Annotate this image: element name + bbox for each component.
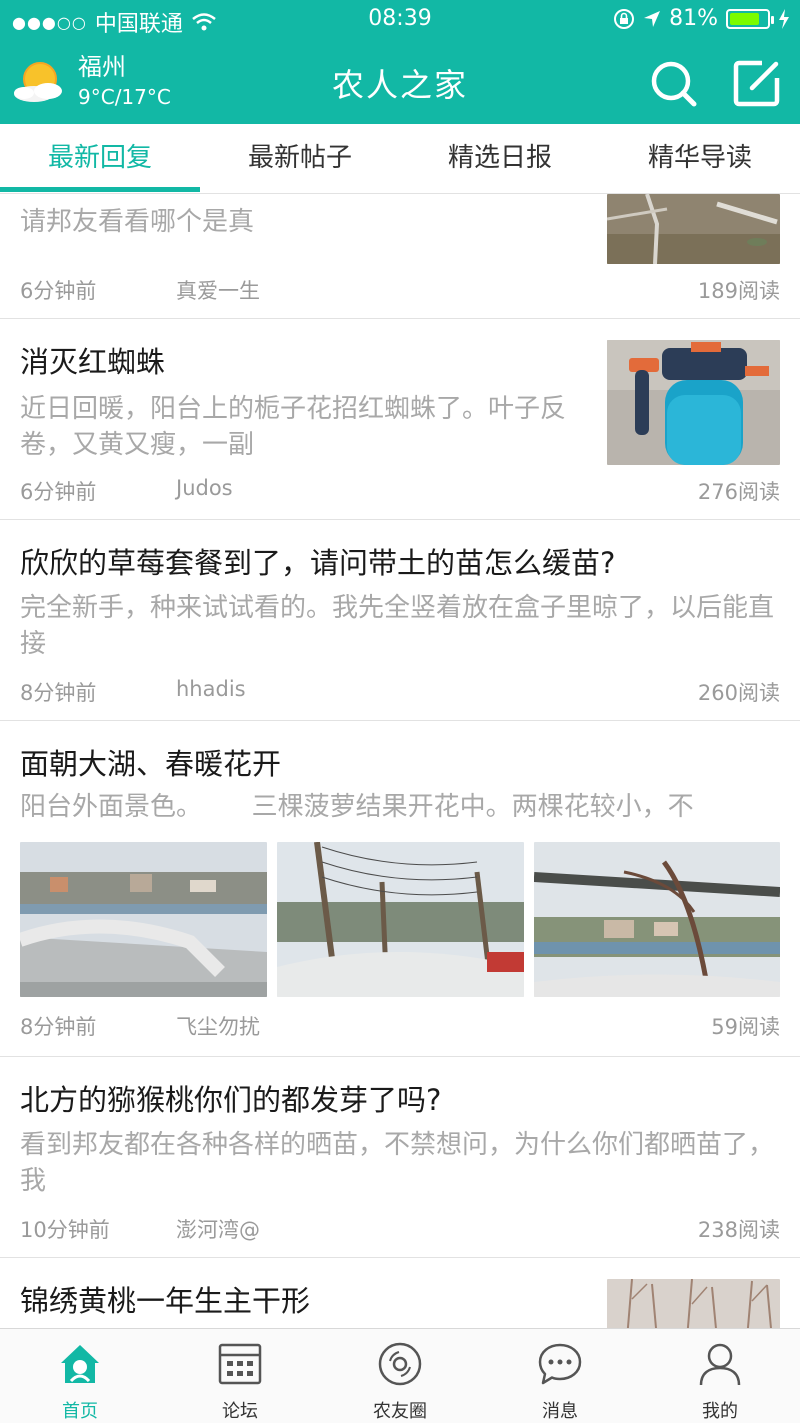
list-item[interactable]: 北方的猕猴桃你们的都发芽了吗? 看到邦友都在各种各样的晒苗，不禁想问，为什么你们… xyxy=(0,1057,800,1258)
post-read-count: 260阅读 xyxy=(697,681,780,705)
tab-latest-replies[interactable]: 最新回复 xyxy=(0,124,200,194)
post-excerpt: 完全新手，种来试试看的。我先全竖着放在盒子里晾了，以后能直接 xyxy=(20,593,775,659)
list-item[interactable]: 锦绣黄桃一年生主干形 xyxy=(0,1258,800,1328)
chat-icon xyxy=(538,1343,582,1385)
tab-latest-posts[interactable]: 最新帖子 xyxy=(200,124,400,194)
home-icon xyxy=(61,1345,99,1383)
post-feed[interactable]: 请邦友看看哪个是真 6分钟前 真爱一生 189阅读 消灭红蜘蛛 近日回暖，阳台上… xyxy=(0,194,800,1328)
post-read-count: 189阅读 xyxy=(697,279,780,303)
post-read-count: 238阅读 xyxy=(697,1218,780,1242)
post-title: 北方的猕猴桃你们的都发芽了吗? xyxy=(20,1083,442,1117)
tabbar-home[interactable]: 首页 xyxy=(0,1329,160,1423)
post-excerpt: 近日回暖，阳台上的栀子花招红蜘蛛了。叶子反卷，又黄又瘦，一副 xyxy=(20,394,567,460)
bottom-tab-bar: 首页 论坛 农友圈 消息 我的 xyxy=(0,1328,800,1423)
post-excerpt: 请邦友看看哪个是真 xyxy=(20,207,255,237)
tab-daily-picks[interactable]: 精选日报 xyxy=(400,124,600,194)
tabbar-messages-label: 消息 xyxy=(542,1401,578,1422)
tab-bar: 最新回复 最新帖子 精选日报 精华导读 xyxy=(0,124,800,194)
post-thumbnail[interactable] xyxy=(607,194,780,264)
post-author[interactable]: hhadis xyxy=(176,677,246,701)
location-icon xyxy=(644,10,661,27)
tabbar-home-label: 首页 xyxy=(62,1401,98,1422)
post-time: 10分钟前 xyxy=(20,1218,110,1242)
post-time: 6分钟前 xyxy=(20,480,97,504)
tabbar-profile-label: 我的 xyxy=(702,1401,738,1422)
tab-featured-reads[interactable]: 精华导读 xyxy=(600,124,800,194)
post-excerpt: 阳台外面景色。 三棵菠萝结果开花中。两棵花较小，不 xyxy=(20,792,694,822)
calendar-icon xyxy=(218,1343,262,1385)
post-time: 6分钟前 xyxy=(20,279,97,303)
post-author[interactable]: 飞尘勿扰 xyxy=(176,1011,260,1041)
list-item[interactable]: 请邦友看看哪个是真 6分钟前 真爱一生 189阅读 xyxy=(0,194,800,319)
post-time: 8分钟前 xyxy=(20,681,97,705)
post-title: 欣欣的草莓套餐到了，请问带土的苗怎么缓苗? xyxy=(20,546,616,580)
post-thumbnail[interactable] xyxy=(607,1279,780,1328)
post-title: 消灭红蜘蛛 xyxy=(20,345,166,379)
post-title: 锦绣黄桃一年生主干形 xyxy=(20,1284,311,1318)
list-item[interactable]: 面朝大湖、春暖花开 阳台外面景色。 三棵菠萝结果开花中。两棵花较小，不 8分钟前… xyxy=(0,721,800,1057)
post-excerpt: 看到邦友都在各种各样的晒苗，不禁想问，为什么你们都晒苗了，我 xyxy=(20,1130,775,1196)
compose-icon[interactable] xyxy=(732,58,782,108)
charging-icon xyxy=(779,8,789,29)
tab-indicator xyxy=(0,187,200,192)
tabbar-profile[interactable]: 我的 xyxy=(640,1329,800,1423)
post-title: 面朝大湖、春暖花开 xyxy=(20,747,282,781)
post-gallery-image[interactable] xyxy=(20,842,267,997)
rotation-lock-icon xyxy=(614,8,635,29)
post-gallery-image[interactable] xyxy=(277,842,524,997)
battery-icon xyxy=(726,8,774,29)
post-author[interactable]: 澎河湾@ xyxy=(176,1214,260,1244)
post-read-count: 276阅读 xyxy=(697,480,780,504)
post-author[interactable]: Judos xyxy=(176,476,233,500)
tabbar-circle[interactable]: 农友圈 xyxy=(320,1329,480,1423)
disc-icon xyxy=(378,1342,422,1386)
tabbar-messages[interactable]: 消息 xyxy=(480,1329,640,1423)
post-thumbnail[interactable] xyxy=(607,340,780,465)
tabbar-forum[interactable]: 论坛 xyxy=(160,1329,320,1423)
tabbar-circle-label: 农友圈 xyxy=(373,1401,427,1422)
battery-percent: 81% xyxy=(669,6,718,31)
app-header: ●●●○○ 中国联通 08:39 81% 福州 9°C/17°C 农人之家 xyxy=(0,0,800,124)
list-item[interactable]: 消灭红蜘蛛 近日回暖，阳台上的栀子花招红蜘蛛了。叶子反卷，又黄又瘦，一副 6分钟… xyxy=(0,319,800,520)
post-gallery-image[interactable] xyxy=(534,842,780,997)
search-icon[interactable] xyxy=(648,58,698,108)
list-item[interactable]: 欣欣的草莓套餐到了，请问带土的苗怎么缓苗? 完全新手，种来试试看的。我先全竖着放… xyxy=(0,520,800,721)
post-author[interactable]: 真爱一生 xyxy=(176,275,260,305)
status-bar: ●●●○○ 中国联通 08:39 81% xyxy=(0,0,800,40)
battery-level xyxy=(730,12,760,25)
tabbar-forum-label: 论坛 xyxy=(222,1401,258,1422)
user-icon xyxy=(699,1343,741,1386)
post-read-count: 59阅读 xyxy=(711,1015,780,1039)
post-time: 8分钟前 xyxy=(20,1015,97,1039)
